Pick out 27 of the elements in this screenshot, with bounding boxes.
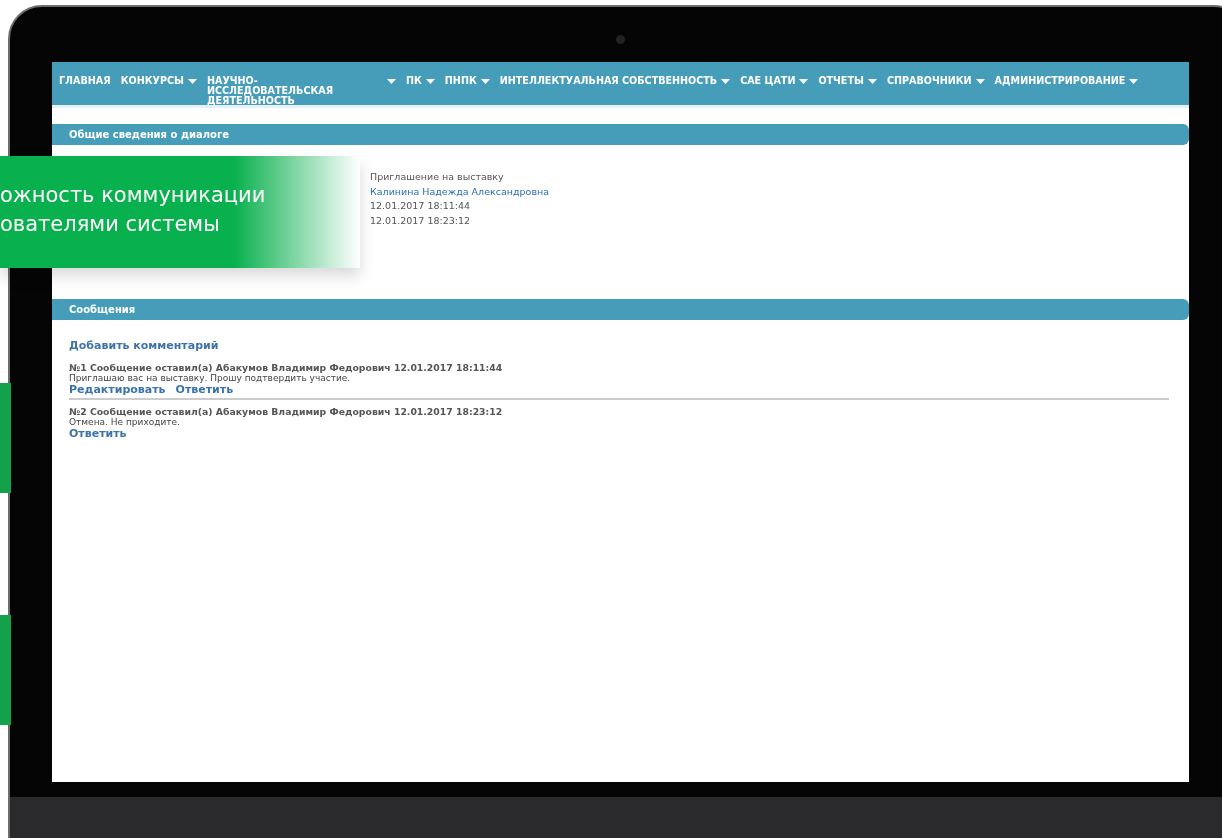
section-header: Общие сведения о диалоге [52, 124, 1189, 145]
message-text: Приглашаю вас на выставку. Прошу подтвердить участие. [69, 373, 352, 383]
nav-menu-item[interactable]: ПК [400, 76, 440, 86]
nav-menu-item[interactable]: САЕ ЦАТИ [735, 76, 814, 86]
message-action-link[interactable]: Ответить [69, 427, 127, 440]
participant-link[interactable]: Калинина Надежда Александровна [370, 185, 550, 197]
banner-text: ователями системы [0, 211, 220, 238]
message-text: Отмена. Не приходите. [69, 417, 181, 427]
nav-menu-item[interactable]: ОТЧЕТЫ [813, 76, 882, 86]
message-action-link[interactable]: Ответить [175, 383, 234, 396]
message-action-link[interactable]: Редактировать [69, 383, 166, 396]
nav-menu-item[interactable]: АДМИНИСТРИРОВАНИЕ [989, 76, 1144, 86]
nav-menu-item[interactable]: КОНКУРСЫ [115, 76, 202, 86]
field-value: 12.01.2017 18:11:44 [370, 200, 471, 211]
section-header: Сообщения [52, 299, 1189, 320]
nav-menu-item[interactable]: ИНТЕЛЛЕКТУАЛЬНАЯ СОБСТВЕННОСТЬ [494, 76, 736, 86]
banner-text: ожность коммуникации [0, 182, 266, 209]
camera-icon [616, 35, 625, 44]
nav-menu-item[interactable]: СПРАВОЧНИКИ [881, 76, 990, 86]
nav-menu-item[interactable]: ПНПК [439, 76, 495, 86]
field-value: 12.01.2017 18:23:12 [370, 214, 471, 226]
message-header: №2 Сообщение оставил(а) Абакумов Владимир Федорович 12.01.2017 18:23:12 [69, 406, 504, 417]
field-value: Приглашение на выставку [370, 171, 504, 182]
message-header: №1 Сообщение оставил(а) Абакумов Владимир Федорович 12.01.2017 18:11:44 [69, 362, 504, 373]
add-comment-link[interactable]: Добавить комментарий [69, 339, 219, 352]
nav-menu-item[interactable]: НАУЧНО-ИССЛЕДОВАТЕЛЬСКАЯ ДЕЯТЕЛЬНОСТЬ [201, 76, 401, 106]
nav-menu-item[interactable]: ГЛАВНАЯ [54, 76, 116, 86]
